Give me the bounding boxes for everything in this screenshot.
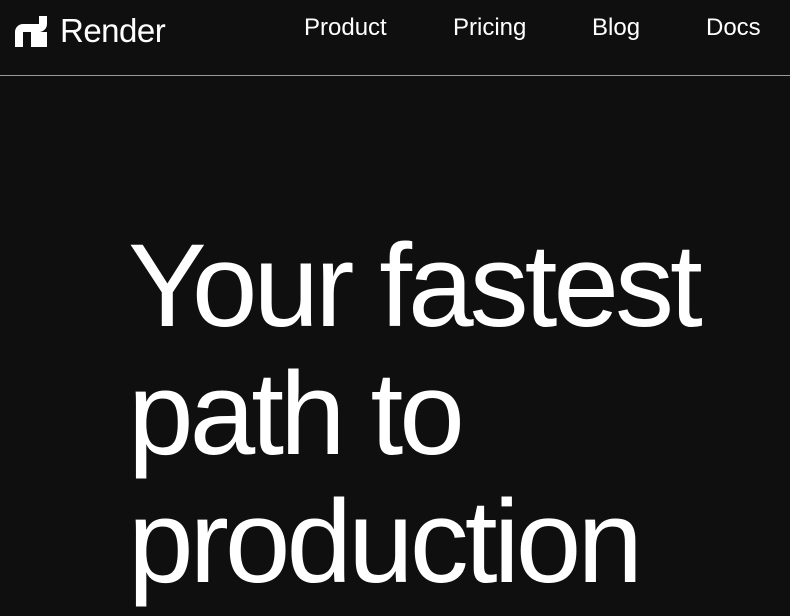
top-navigation-bar: Render Product Pricing Blog Docs [0, 0, 790, 76]
hero-title-line-1: Your fastest [128, 220, 703, 352]
nav-link-pricing[interactable]: Pricing [453, 13, 526, 43]
hero-title-line-2: path to [128, 348, 465, 480]
nav-link-product[interactable]: Product [304, 13, 387, 43]
nav-link-blog[interactable]: Blog [592, 13, 640, 43]
primary-navigation: Product Pricing Blog Docs [0, 13, 790, 43]
nav-link-docs[interactable]: Docs [706, 13, 761, 43]
hero-title-line-3: production [128, 476, 643, 608]
hero-title: Your fastest path to production [128, 220, 703, 608]
page: Render Product Pricing Blog Docs Your fa… [0, 0, 790, 616]
